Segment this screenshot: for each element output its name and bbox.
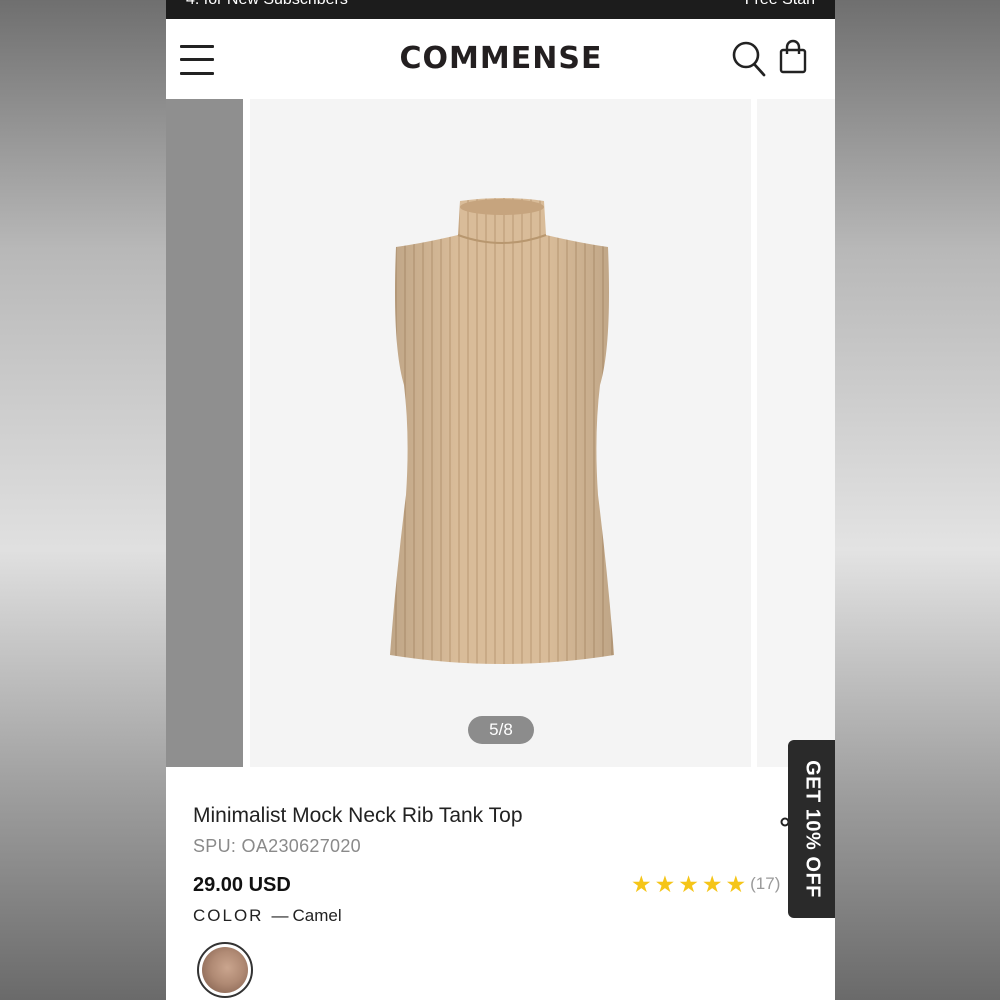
spu-label: SPU: (193, 836, 237, 856)
star-icon: ★ (631, 871, 652, 897)
gallery-current-slide[interactable]: 5/8 (250, 99, 751, 767)
gallery-next-slide[interactable] (757, 99, 835, 767)
discount-tab-label: GET 10% OFF (801, 760, 823, 898)
shopping-bag-icon[interactable] (778, 39, 808, 75)
star-icon: ★ (701, 871, 723, 897)
review-count[interactable]: (17) (750, 871, 780, 897)
menu-icon[interactable] (180, 43, 216, 77)
color-label: COLOR (193, 906, 264, 925)
brand-logo[interactable]: COMMENSE (366, 41, 636, 76)
swatch-thumbnail (202, 947, 248, 993)
product-image-tank-top (390, 198, 614, 664)
site-header: COMMENSE (166, 19, 835, 99)
color-swatch-camel[interactable] (197, 942, 253, 998)
product-info: Minimalist Mock Neck Rib Tank Top SPU: O… (166, 767, 835, 1000)
gallery-previous-slide[interactable] (166, 99, 243, 767)
promo-bar[interactable]: 4. for New Subscribers Free Stan (166, 0, 835, 19)
background-left (0, 0, 166, 1000)
product-spu: SPU: OA230627020 (193, 836, 361, 857)
star-icon: ★ (654, 871, 676, 897)
promo-text-left: 4. for New Subscribers (186, 0, 348, 9)
color-separator: — (271, 906, 289, 925)
spu-value: OA230627020 (241, 836, 361, 856)
product-gallery[interactable]: 5/8 (166, 99, 835, 767)
promo-text-right: Free Stan (745, 0, 815, 9)
phone-screen: 4. for New Subscribers Free Stan COMMENS… (166, 0, 835, 1000)
background-right (835, 0, 1000, 1000)
star-icon: ★ (678, 871, 699, 897)
search-icon[interactable] (732, 41, 766, 77)
color-selection: COLOR — Camel (193, 906, 342, 926)
star-icon: ★ (725, 871, 747, 897)
discount-tab[interactable]: GET 10% OFF (788, 740, 835, 918)
product-rating[interactable]: ★ ★ ★ ★ ★ (17) (631, 871, 780, 897)
color-value: Camel (292, 906, 342, 925)
product-title: Minimalist Mock Neck Rib Tank Top (193, 804, 523, 827)
product-price: 29.00 USD (193, 874, 291, 896)
gallery-pager: 5/8 (468, 716, 534, 744)
